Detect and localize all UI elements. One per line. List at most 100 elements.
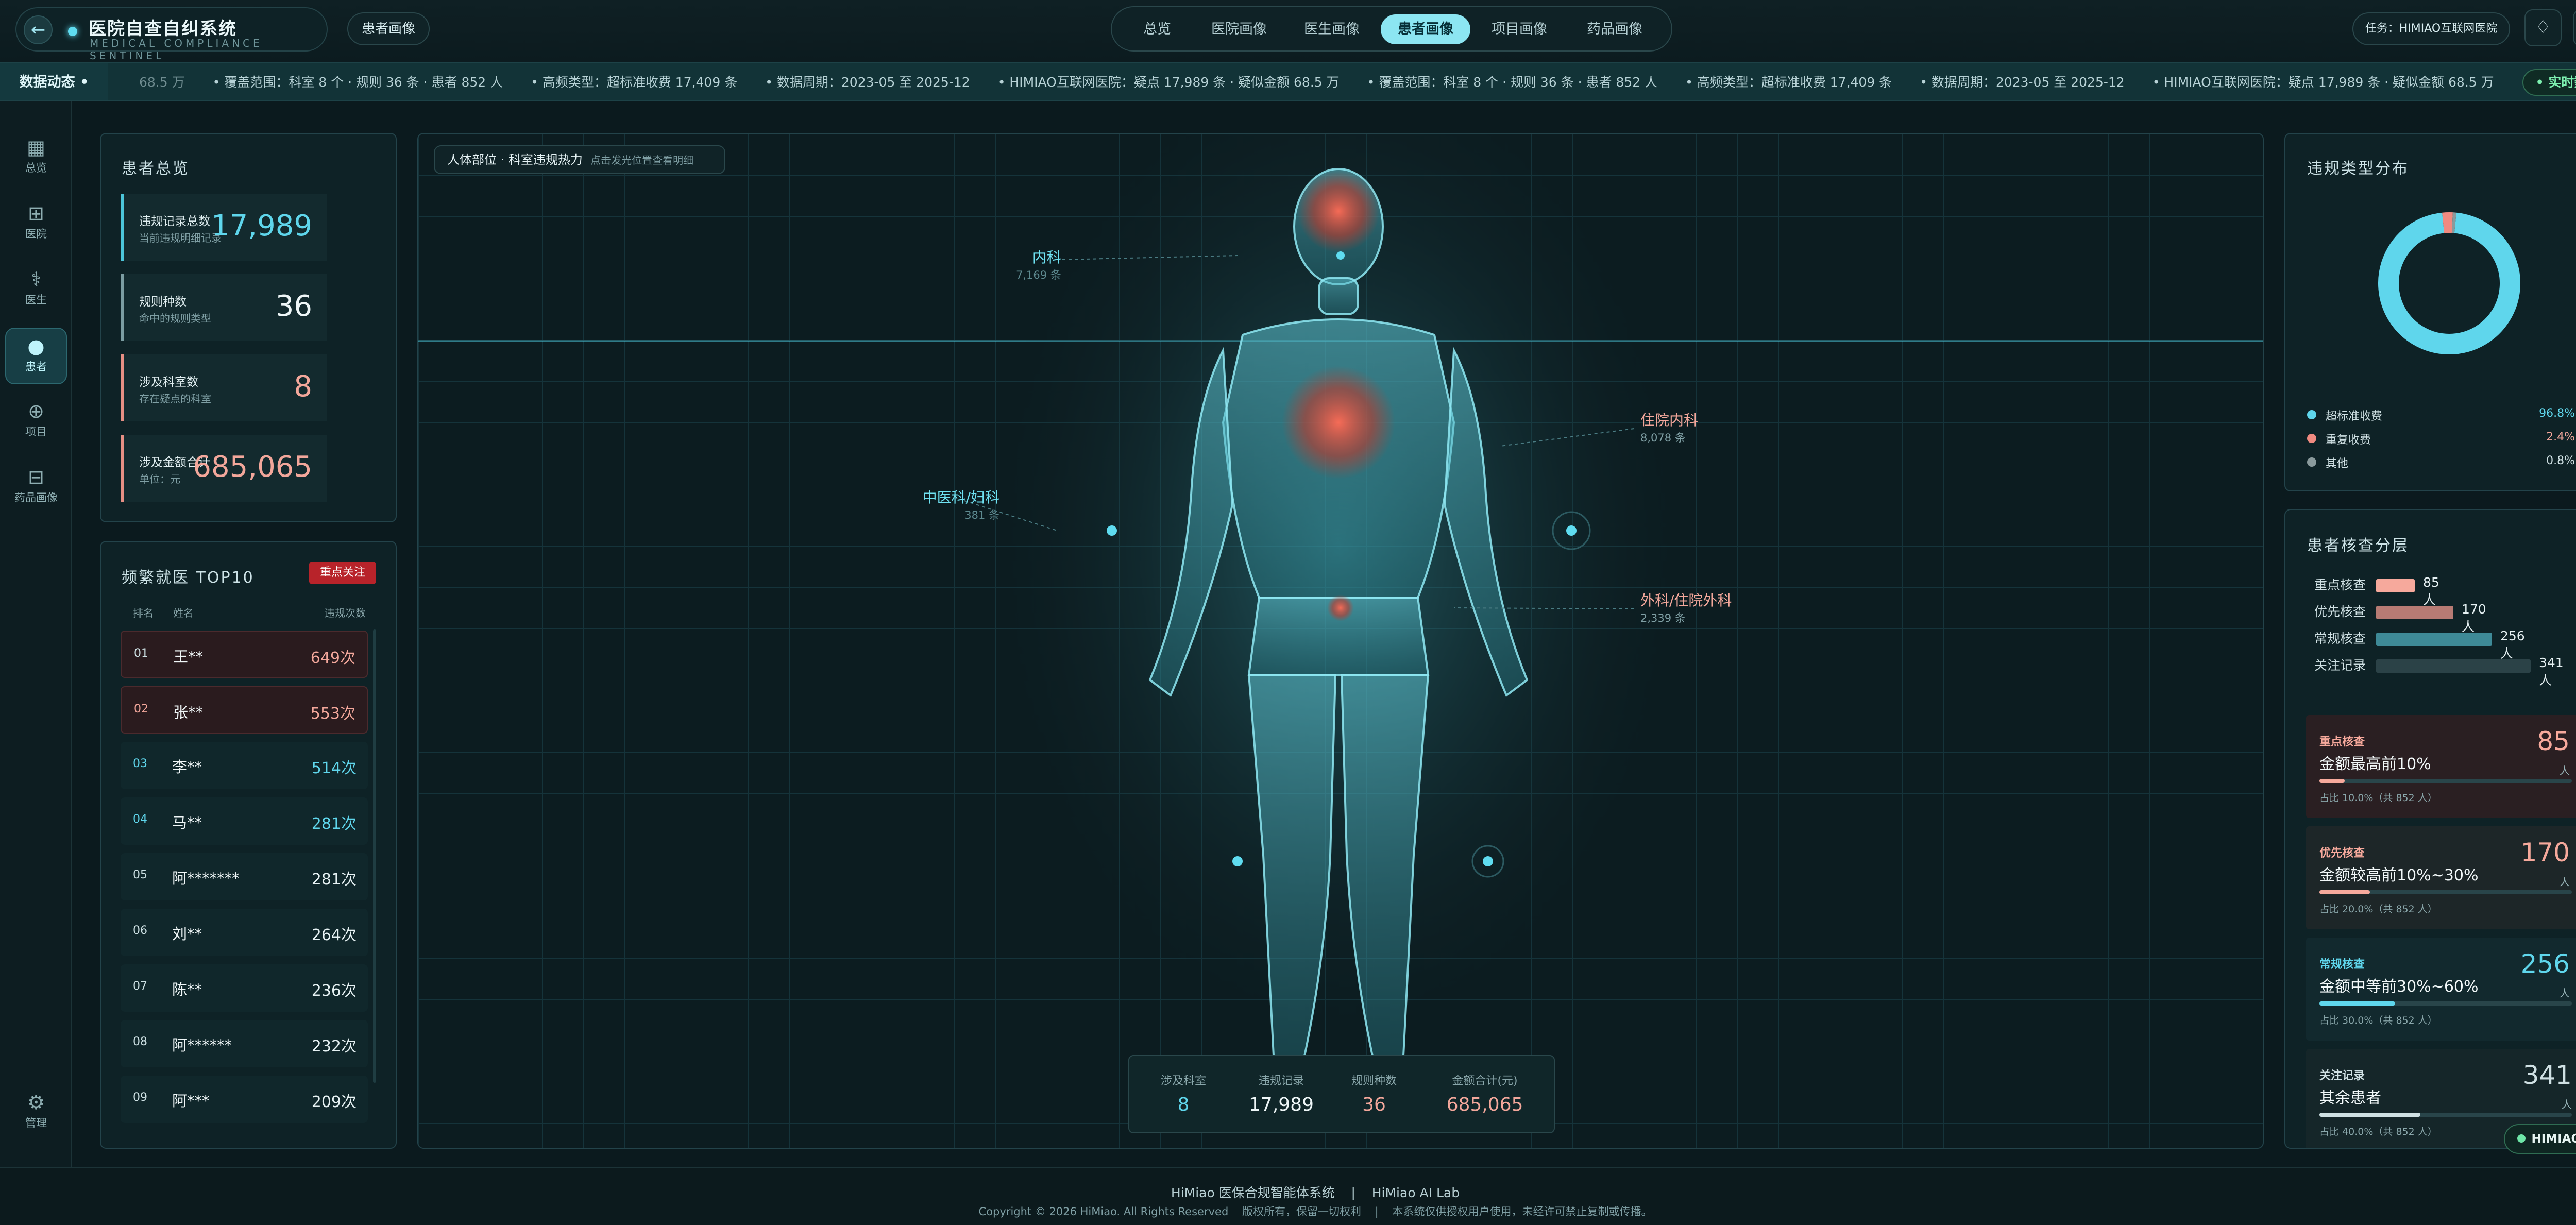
tab-hospital[interactable]: 医院画像 (1195, 14, 1283, 44)
dept-name: 中医科/妇科 (922, 489, 999, 506)
table-row[interactable]: 05 阿******* 281次 (121, 853, 368, 900)
notification-button[interactable]: ♢ (2524, 9, 2562, 46)
visit-count: 514次 (311, 759, 357, 777)
legend-swatch (2307, 434, 2316, 443)
stat-card-records: 违规记录总数 当前违规明细记录 17,989 (121, 194, 327, 261)
dept-name: 外科/住院外科 (1640, 592, 1732, 609)
dept-name: 内科 (1032, 249, 1061, 266)
table-row[interactable]: 03 李** 514次 (121, 742, 368, 789)
settings-button[interactable]: ⚙ (2573, 9, 2576, 46)
table-row[interactable]: 07 陈** 236次 (121, 964, 368, 1012)
tier-name: 优先核查 (2314, 604, 2366, 619)
summary-value: 8 (1177, 1094, 1190, 1115)
donut-slice-1 (2378, 212, 2520, 354)
patient-name: 阿*** (172, 1092, 210, 1110)
sidenav-item-project[interactable]: ⊕ 项目 (5, 394, 67, 450)
tab-drug[interactable]: 药品画像 (1568, 14, 1661, 44)
tab-patient[interactable]: 患者画像 (1381, 14, 1470, 44)
summary-label: 金额合计(元) (1452, 1075, 1518, 1087)
legend-value: 96.8% (2539, 407, 2575, 420)
patient-name: 陈** (172, 981, 202, 998)
sidenav-label: 总览 (25, 162, 47, 174)
tab-doctor[interactable]: 医生画像 (1288, 14, 1376, 44)
pill-icon: ⊟ (28, 466, 44, 488)
visit-count: 281次 (311, 815, 357, 833)
main-nav: 总览 医院画像 医生画像 患者画像 项目画像 药品画像 (1111, 6, 1672, 52)
tier-progress (2319, 1113, 2572, 1117)
legend-swatch (2307, 410, 2316, 419)
tier-card-key[interactable]: 重点核查 金额最高前10% 85 人占比 10.0%（共 852 人） (2306, 715, 2576, 818)
summary-value: 17,989 (1249, 1094, 1314, 1115)
ticker-items: 68.5 万 • 覆盖范围：科室 8 个 · 规则 36 条 · 患者 852 人… (139, 63, 2522, 100)
dept-count: 2,339 条 (1640, 612, 1686, 624)
table-row[interactable]: 09 阿*** 209次 (121, 1076, 368, 1123)
dept-label-tcm-gyn[interactable]: 中医科/妇科 381 条 (876, 486, 999, 522)
dept-count: 381 条 (964, 509, 999, 521)
tier-number: 85 (2537, 726, 2570, 756)
map-title: 人体部位 · 科室违规热力 (447, 152, 583, 167)
sidenav-item-drug[interactable]: ⊟ 药品画像 (5, 460, 67, 516)
dept-count: 7,169 条 (1016, 269, 1061, 281)
summary-label: 规则种数 (1351, 1075, 1397, 1087)
tier-share: 占比 40.0%（共 852 人） (2319, 1126, 2437, 1137)
tier-unit: 人 (2562, 1098, 2572, 1111)
arrow-left-icon: ← (30, 20, 46, 40)
stat-label: 涉及科室数 (139, 376, 198, 389)
ticker-item: • 覆盖范围：科室 8 个 · 规则 36 条 · 患者 852 人 (212, 75, 503, 90)
sidenav-label: 医生 (25, 294, 47, 306)
dept-label-surgery[interactable]: 外科/住院外科 2,339 条 (1640, 589, 1732, 625)
footer-separator: | (1351, 1185, 1355, 1200)
back-button[interactable]: ← (24, 15, 53, 44)
tier-count: 85人 (2423, 575, 2439, 607)
table-row[interactable]: 08 阿****** 232次 (121, 1020, 368, 1067)
col-rank: 排名 (133, 607, 154, 619)
tier-card-regular[interactable]: 常规核查 金额中等前30%~60% 256 人占比 30.0%（共 852 人） (2306, 938, 2576, 1041)
sidenav-item-doctor[interactable]: ⚕ 医生 (5, 262, 67, 318)
tier-progress-fill (2319, 779, 2345, 783)
ticker-item: 68.5 万 (139, 75, 185, 90)
tier-progress-fill (2319, 1113, 2420, 1117)
col-count: 违规次数 (325, 607, 366, 619)
abdomen-hotspot (1327, 594, 1354, 621)
table-row[interactable]: 02 张** 553次 (121, 686, 368, 734)
tier-progress (2319, 890, 2572, 894)
footer-copyright: Copyright © 2026 HiMiao. All Rights Rese… (978, 1205, 1652, 1218)
scrollbar[interactable] (373, 629, 376, 1083)
body-map-canvas (418, 134, 2263, 1148)
patient-name: 刘** (172, 925, 202, 943)
sidenav-item-admin[interactable]: ⚙ 管理 (5, 1085, 67, 1142)
tier-unit: 人 (2560, 876, 2570, 888)
tab-project[interactable]: 项目画像 (1476, 14, 1563, 44)
tier-card-priority[interactable]: 优先核查 金额较高前10%~30% 170 人占比 20.0%（共 852 人） (2306, 826, 2576, 929)
user-icon: ● (27, 335, 45, 358)
table-row[interactable]: 04 马** 281次 (121, 797, 368, 845)
breadcrumb[interactable]: 患者画像 (347, 12, 430, 45)
table-row[interactable]: 06 刘** 264次 (121, 909, 368, 956)
sidenav-item-hospital[interactable]: ⊞ 医院 (5, 196, 67, 252)
legend-label: 超标准收费 (2326, 410, 2383, 423)
sidenav-item-overview[interactable]: ▦ 总览 (5, 130, 67, 186)
dept-label-internal[interactable]: 内科 7,169 条 (1016, 246, 1061, 282)
stat-value: 17,989 (211, 209, 312, 243)
ticker-item: • 数据周期：2023-05 至 2025-12 (765, 75, 970, 90)
tier-number: 256 (2520, 949, 2570, 979)
table-row[interactable]: 01 王** 649次 (121, 631, 368, 678)
tier-number: 170 (2520, 838, 2570, 867)
summary-label: 违规记录 (1258, 1075, 1304, 1087)
tier-bar (2376, 659, 2531, 673)
summary-value: 36 (1362, 1094, 1386, 1115)
dept-label-inpatient-internal[interactable]: 住院内科 8,078 条 (1640, 409, 1698, 445)
side-nav: ▦ 总览 ⊞ 医院 ⚕ 医生 ● 患者 ⊕ 项目 ⊟ 药品画像 ⚙ 管理 (0, 101, 72, 1167)
live-data-button[interactable]: • 实时数据 (2522, 69, 2576, 96)
sidenav-item-patient[interactable]: ● 患者 (5, 328, 67, 384)
task-selector[interactable]: 任务：HIMIAO互联网医院 (2352, 12, 2510, 45)
visit-count: 209次 (311, 1093, 357, 1111)
rank: 06 (133, 924, 147, 937)
tier-title: 金额中等前30%~60% (2319, 978, 2479, 996)
tier-title: 其余患者 (2319, 1089, 2381, 1107)
ai-assistant-button[interactable]: HIMIAO AI (2504, 1124, 2576, 1154)
ticker-item: • HIMIAO互联网医院：疑点 17,989 条 · 疑似金额 68.5 万 (2152, 75, 2494, 90)
panel-title: 患者核查分层 (2307, 537, 2409, 555)
map-hint: 点击发光位置查看明细 (590, 154, 694, 166)
tab-overview[interactable]: 总览 (1124, 14, 1190, 44)
